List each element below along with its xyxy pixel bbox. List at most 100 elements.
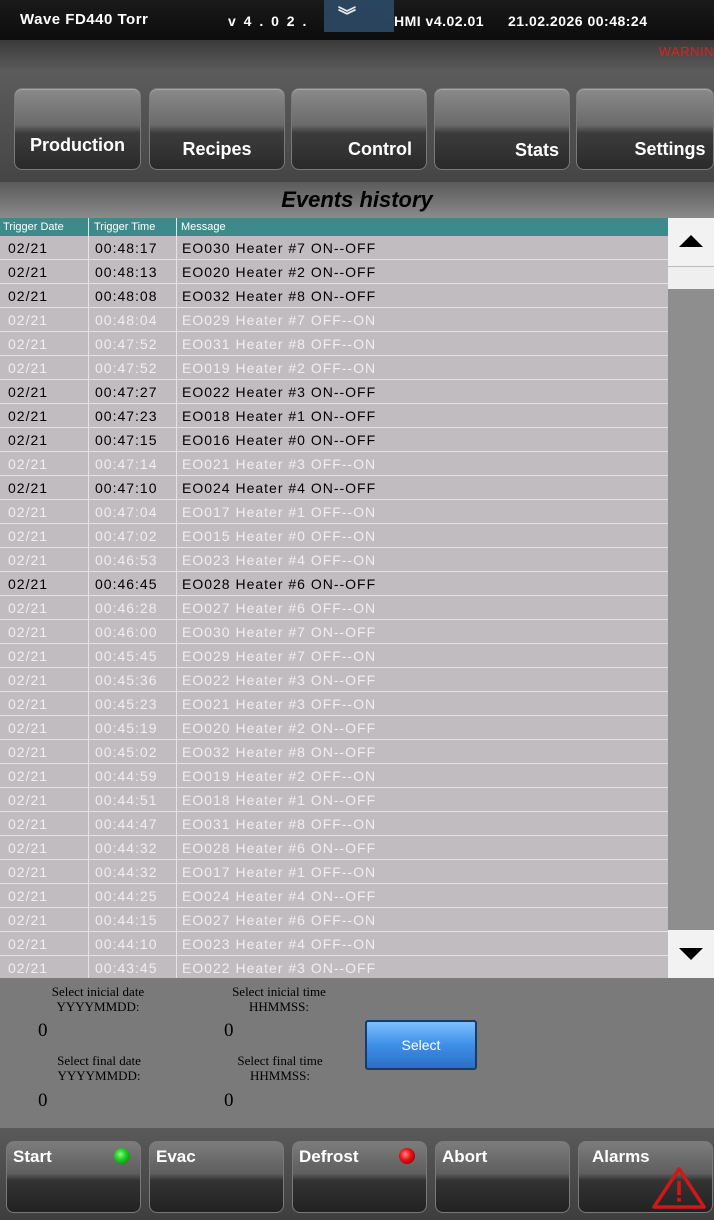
trigger-date-cell: 02/21 xyxy=(8,504,49,520)
table-row[interactable]: 02/21 00:44:59 EO019 Heater #2 OFF--ON xyxy=(0,764,668,788)
table-row[interactable]: 02/21 00:44:15 EO027 Heater #6 OFF--ON xyxy=(0,908,668,932)
table-row[interactable]: 02/21 00:48:17 EO030 Heater #7 ON--OFF xyxy=(0,236,668,260)
message-cell: EO018 Heater #1 ON--OFF xyxy=(182,408,377,424)
table-row[interactable]: 02/21 00:48:04 EO029 Heater #7 OFF--ON xyxy=(0,308,668,332)
scroll-up-button[interactable] xyxy=(668,218,714,266)
trigger-time-cell: 00:45:02 xyxy=(95,744,158,760)
trigger-time-cell: 00:47:14 xyxy=(95,456,158,472)
trigger-date-cell: 02/21 xyxy=(8,240,49,256)
table-row[interactable]: 02/21 00:45:02 EO032 Heater #8 ON--OFF xyxy=(0,740,668,764)
message-cell: EO024 Heater #4 ON--OFF xyxy=(182,480,377,496)
trigger-date-cell: 02/21 xyxy=(8,816,49,832)
table-row[interactable]: 02/21 00:48:13 EO020 Heater #2 ON--OFF xyxy=(0,260,668,284)
trigger-time-cell: 00:46:53 xyxy=(95,552,158,568)
trigger-time-cell: 00:48:08 xyxy=(95,288,158,304)
evac-button[interactable]: Evac xyxy=(149,1141,284,1213)
table-row[interactable]: 02/21 00:46:00 EO030 Heater #7 ON--OFF xyxy=(0,620,668,644)
trigger-date-cell: 02/21 xyxy=(8,528,49,544)
table-row[interactable]: 02/21 00:47:04 EO017 Heater #1 OFF--ON xyxy=(0,500,668,524)
table-row[interactable]: 02/21 00:44:47 EO031 Heater #8 OFF--ON xyxy=(0,812,668,836)
nav-control-button[interactable]: Control xyxy=(291,88,427,170)
warning-strip: WARNIN xyxy=(0,40,714,70)
table-row[interactable]: 02/21 00:47:27 EO022 Heater #3 ON--OFF xyxy=(0,380,668,404)
nav-settings-button[interactable]: Settings xyxy=(576,88,714,170)
trigger-time-cell: 00:44:47 xyxy=(95,816,158,832)
nav-stats-button[interactable]: Stats xyxy=(434,88,570,170)
start-date-input[interactable]: 0 xyxy=(38,1020,48,1042)
message-cell: EO022 Heater #3 ON--OFF xyxy=(182,384,377,400)
start-date-format: YYYYMMDD: xyxy=(56,999,140,1014)
trigger-date-cell: 02/21 xyxy=(8,336,49,352)
message-cell: EO022 Heater #3 ON--OFF xyxy=(182,672,377,688)
table-row[interactable]: 02/21 00:47:52 EO019 Heater #2 OFF--ON xyxy=(0,356,668,380)
events-table[interactable]: Trigger Date Trigger Time Message 02/21 0… xyxy=(0,218,668,978)
scroll-thumb[interactable] xyxy=(668,266,714,289)
trigger-date-cell: 02/21 xyxy=(8,936,49,952)
trigger-time-cell: 00:47:10 xyxy=(95,480,158,496)
table-row[interactable]: 02/21 00:46:45 EO028 Heater #6 ON--OFF xyxy=(0,572,668,596)
evac-label: Evac xyxy=(156,1147,196,1166)
table-row[interactable]: 02/21 00:44:51 EO018 Heater #1 ON--OFF xyxy=(0,788,668,812)
status-bar: Wave FD440 Torr v 4 . 0 2 . ︾ HMI v4.02.… xyxy=(0,0,714,40)
column-header-message: Message xyxy=(181,221,226,233)
trigger-time-cell: 00:43:45 xyxy=(95,960,158,976)
trigger-date-cell: 02/21 xyxy=(8,840,49,856)
nav-recipes-button[interactable]: Recipes xyxy=(149,88,285,170)
start-button[interactable]: Start xyxy=(6,1141,141,1213)
table-row[interactable]: 02/21 00:44:32 EO017 Heater #1 OFF--ON xyxy=(0,860,668,884)
select-button[interactable]: Select xyxy=(365,1020,477,1070)
trigger-date-cell: 02/21 xyxy=(8,624,49,640)
trigger-date-cell: 02/21 xyxy=(8,552,49,568)
end-date-label-text: Select final date xyxy=(57,1053,141,1068)
trigger-date-cell: 02/21 xyxy=(8,264,49,280)
trigger-date-cell: 02/21 xyxy=(8,600,49,616)
table-row[interactable]: 02/21 00:45:45 EO029 Heater #7 OFF--ON xyxy=(0,644,668,668)
menu-toggle-tab[interactable]: ︾ xyxy=(324,0,394,32)
main-nav: Production Recipes Control Stats Setting… xyxy=(0,70,714,182)
bottom-control-bar: Start Evac Defrost Abort Alarms xyxy=(0,1128,714,1220)
message-cell: EO029 Heater #7 OFF--ON xyxy=(182,312,377,328)
trigger-time-cell: 00:44:25 xyxy=(95,888,158,904)
table-row[interactable]: 02/21 00:47:15 EO016 Heater #0 ON--OFF xyxy=(0,428,668,452)
triangle-up-icon xyxy=(679,235,703,247)
message-cell: EO017 Heater #1 OFF--ON xyxy=(182,504,377,520)
defrost-button[interactable]: Defrost xyxy=(292,1141,427,1213)
table-row[interactable]: 02/21 00:44:32 EO028 Heater #6 ON--OFF xyxy=(0,836,668,860)
start-time-label-text: Select inicial time xyxy=(232,984,326,999)
scroll-down-button[interactable] xyxy=(668,930,714,978)
table-row[interactable]: 02/21 00:47:14 EO021 Heater #3 OFF--ON xyxy=(0,452,668,476)
message-cell: EO031 Heater #8 OFF--ON xyxy=(182,816,377,832)
table-row[interactable]: 02/21 00:44:10 EO023 Heater #4 OFF--ON xyxy=(0,932,668,956)
start-time-label: Select inicial time HHMMSS: xyxy=(218,984,340,1014)
table-row[interactable]: 02/21 00:45:36 EO022 Heater #3 ON--OFF xyxy=(0,668,668,692)
table-row[interactable]: 02/21 00:45:23 EO021 Heater #3 OFF--ON xyxy=(0,692,668,716)
end-time-input[interactable]: 0 xyxy=(224,1090,234,1112)
trigger-date-cell: 02/21 xyxy=(8,576,49,592)
message-cell: EO028 Heater #6 ON--OFF xyxy=(182,576,377,592)
end-date-input[interactable]: 0 xyxy=(38,1090,48,1112)
table-row[interactable]: 02/21 00:46:53 EO023 Heater #4 OFF--ON xyxy=(0,548,668,572)
green-led-icon xyxy=(114,1148,130,1164)
warning-text: WARNIN xyxy=(658,44,714,59)
table-row[interactable]: 02/21 00:47:02 EO015 Heater #0 OFF--ON xyxy=(0,524,668,548)
alarms-button[interactable]: Alarms xyxy=(578,1141,713,1213)
table-row[interactable]: 02/21 00:48:08 EO032 Heater #8 ON--OFF xyxy=(0,284,668,308)
abort-label: Abort xyxy=(442,1147,488,1166)
message-cell: EO024 Heater #4 ON--OFF xyxy=(182,888,377,904)
message-cell: EO018 Heater #1 ON--OFF xyxy=(182,792,377,808)
warning-triangle-icon xyxy=(652,1167,706,1209)
table-row[interactable]: 02/21 00:47:52 EO031 Heater #8 OFF--ON xyxy=(0,332,668,356)
abort-button[interactable]: Abort xyxy=(435,1141,570,1213)
table-row[interactable]: 02/21 00:43:45 EO022 Heater #3 ON--OFF xyxy=(0,956,668,978)
start-date-label: Select inicial date YYYYMMDD: xyxy=(34,984,162,1014)
table-scrollbar[interactable] xyxy=(668,218,714,978)
table-row[interactable]: 02/21 00:44:25 EO024 Heater #4 ON--OFF xyxy=(0,884,668,908)
trigger-time-cell: 00:48:13 xyxy=(95,264,158,280)
red-led-icon xyxy=(399,1148,415,1164)
table-row[interactable]: 02/21 00:47:23 EO018 Heater #1 ON--OFF xyxy=(0,404,668,428)
start-time-input[interactable]: 0 xyxy=(224,1020,234,1042)
table-row[interactable]: 02/21 00:47:10 EO024 Heater #4 ON--OFF xyxy=(0,476,668,500)
table-row[interactable]: 02/21 00:45:19 EO020 Heater #2 ON--OFF xyxy=(0,716,668,740)
nav-production-button[interactable]: Production xyxy=(14,88,141,170)
table-row[interactable]: 02/21 00:46:28 EO027 Heater #6 OFF--ON xyxy=(0,596,668,620)
